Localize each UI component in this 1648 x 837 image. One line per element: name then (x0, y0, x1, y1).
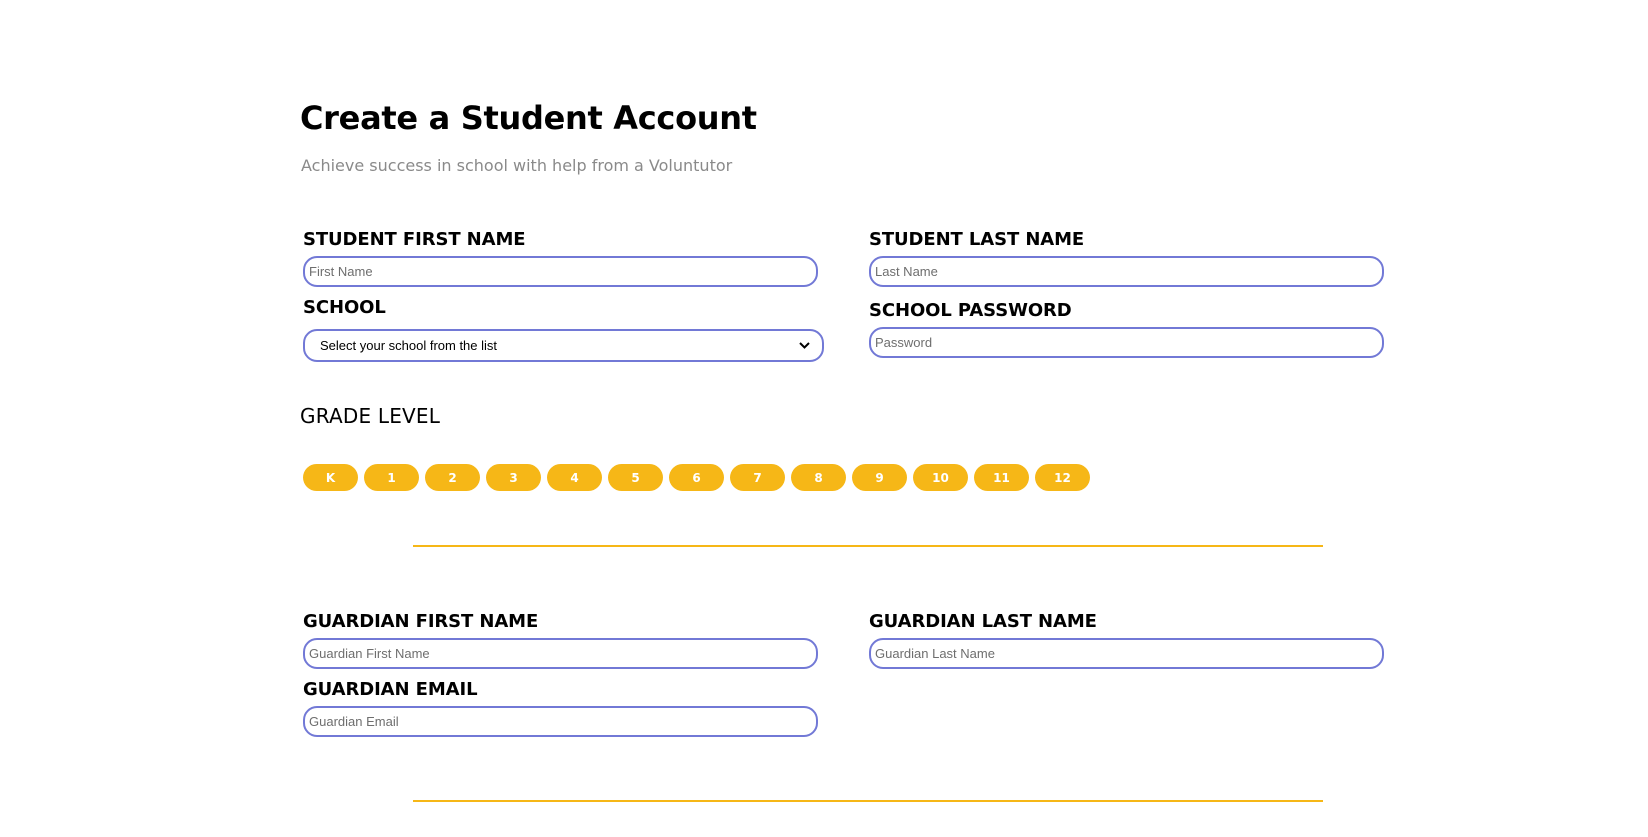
grade-option-k[interactable]: K (303, 464, 358, 491)
school-label: SCHOOL (303, 297, 386, 318)
guardian-last-name-input[interactable] (869, 638, 1384, 669)
grade-option-6[interactable]: 6 (669, 464, 724, 491)
guardian-email-input[interactable] (303, 706, 818, 737)
student-last-name-label: STUDENT LAST NAME (869, 229, 1085, 250)
grade-option-8[interactable]: 8 (791, 464, 846, 491)
school-select[interactable]: Select your school from the list (303, 329, 824, 362)
grade-option-11[interactable]: 11 (974, 464, 1029, 491)
grade-option-12[interactable]: 12 (1035, 464, 1090, 491)
page-title: Create a Student Account (300, 99, 757, 137)
grade-option-10[interactable]: 10 (913, 464, 968, 491)
grade-option-3[interactable]: 3 (486, 464, 541, 491)
student-first-name-label: STUDENT FIRST NAME (303, 229, 526, 250)
section-divider (413, 800, 1323, 802)
chevron-down-icon (798, 340, 810, 352)
student-first-name-input[interactable] (303, 256, 818, 287)
page-subtitle: Achieve success in school with help from… (301, 156, 733, 175)
school-password-label: SCHOOL PASSWORD (869, 300, 1072, 321)
grade-option-7[interactable]: 7 (730, 464, 785, 491)
grade-option-1[interactable]: 1 (364, 464, 419, 491)
grade-option-4[interactable]: 4 (547, 464, 602, 491)
grade-option-9[interactable]: 9 (852, 464, 907, 491)
create-student-account-page: Create a Student Account Achieve success… (0, 0, 1648, 837)
grade-level-heading: GRADE LEVEL (300, 404, 441, 428)
guardian-email-label: GUARDIAN EMAIL (303, 679, 478, 700)
guardian-first-name-label: GUARDIAN FIRST NAME (303, 611, 539, 632)
school-select-value: Select your school from the list (320, 338, 498, 353)
student-last-name-input[interactable] (869, 256, 1384, 287)
grade-option-5[interactable]: 5 (608, 464, 663, 491)
school-password-input[interactable] (869, 327, 1384, 358)
grade-option-2[interactable]: 2 (425, 464, 480, 491)
grade-level-options: K 1 2 3 4 5 6 7 8 9 10 11 12 (303, 464, 1090, 491)
guardian-first-name-input[interactable] (303, 638, 818, 669)
section-divider (413, 545, 1323, 547)
guardian-last-name-label: GUARDIAN LAST NAME (869, 611, 1097, 632)
